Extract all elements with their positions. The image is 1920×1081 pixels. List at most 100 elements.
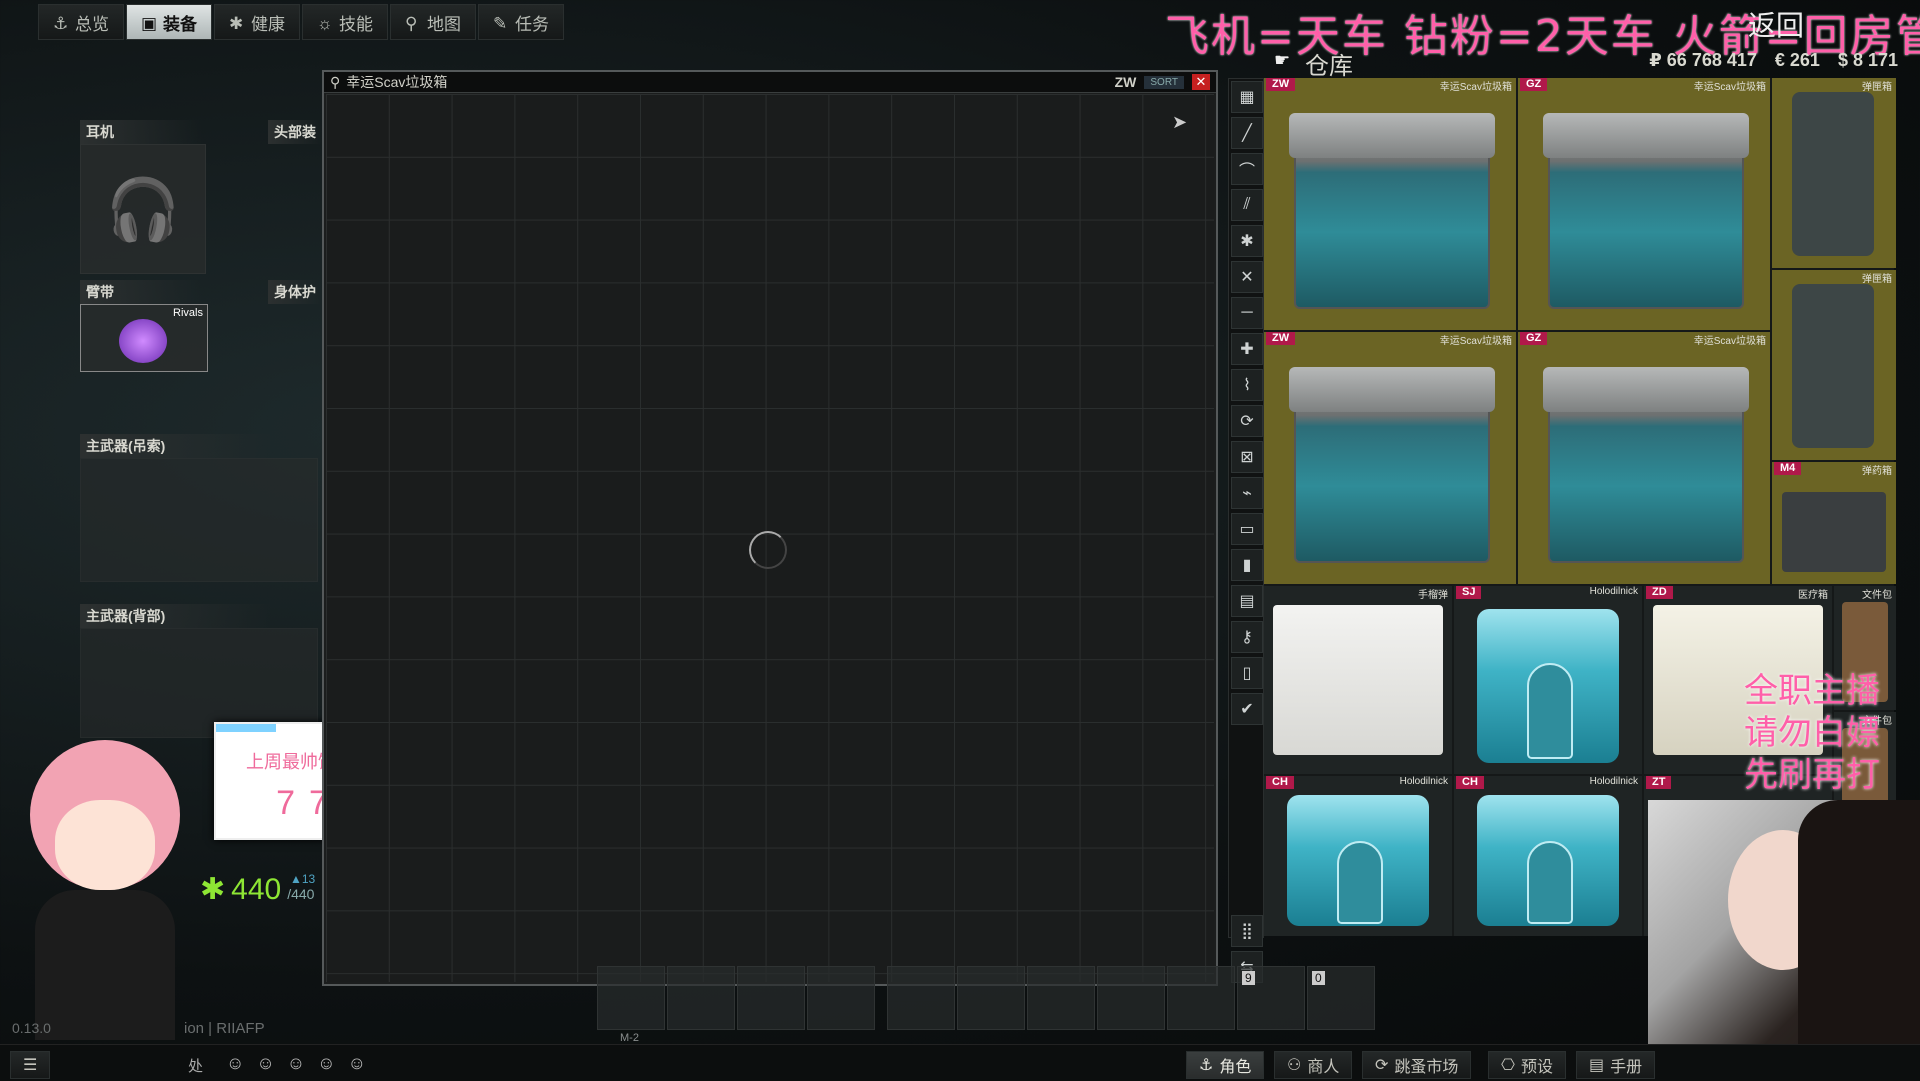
grid-view-icon[interactable]: ⣿ (1231, 915, 1263, 947)
tab-skills[interactable]: ☼ 技能 (302, 4, 388, 40)
item-name: 文件包 (1862, 590, 1892, 601)
presets-button[interactable]: ⎔ 预设 (1488, 1051, 1566, 1079)
fast-slot[interactable]: 9 (1237, 966, 1305, 1030)
tab-overview[interactable]: ⚓ 总览 (38, 4, 124, 40)
fast-slot[interactable] (667, 966, 735, 1030)
item-name: 手榴弹 (1418, 590, 1448, 601)
filter-all-icon[interactable]: ▦ (1231, 81, 1263, 113)
item-tag: GZ (1520, 78, 1548, 91)
filter-spec-icon[interactable]: ⚷ (1231, 621, 1263, 653)
player-slot-icon[interactable]: ☺ (226, 1053, 244, 1074)
player-slot-icon[interactable]: ☺ (256, 1053, 274, 1074)
filter-gear-icon[interactable]: ⌒ (1231, 153, 1263, 185)
filter-rig-icon[interactable]: ⊠ (1231, 441, 1263, 473)
item-name: 幸运Scav垃圾箱 (1693, 336, 1766, 347)
holodilnick-icon (1476, 795, 1620, 927)
sort-button[interactable]: SORT (1144, 75, 1184, 89)
menu-button[interactable]: ☰ (10, 1051, 51, 1079)
stash-item[interactable]: ZW 幸运Scav垃圾箱 (1264, 332, 1516, 584)
fast-slot[interactable] (1027, 966, 1095, 1030)
traders-button[interactable]: ⚇ 商人 (1274, 1051, 1353, 1079)
stash-item[interactable]: ZW 幸运Scav垃圾箱 (1264, 78, 1516, 330)
item-tag: CH (1456, 776, 1484, 789)
stash-item[interactable]: 弹匣箱 (1772, 270, 1896, 460)
filter-melee-icon[interactable]: ✕ (1231, 261, 1263, 293)
loading-spinner-icon (749, 531, 787, 569)
filter-docs-icon[interactable]: ▯ (1231, 657, 1263, 689)
stash-title: 仓库 (1305, 53, 1353, 80)
fast-slot[interactable] (1167, 966, 1235, 1030)
fast-slot[interactable] (597, 966, 665, 1030)
filter-provisions-icon[interactable]: ⌇ (1231, 369, 1263, 401)
tab-tasks[interactable]: ✎ 任务 (478, 4, 564, 40)
close-button[interactable]: ✕ (1192, 74, 1210, 90)
magazine-case-icon (1792, 92, 1874, 256)
currency-display: ₽ 66 768 417 € 261 $ 8 171 (1649, 50, 1898, 71)
bottom-label: 手册 (1610, 1059, 1643, 1076)
stash-item[interactable]: SJ Holodilnick (1454, 586, 1642, 774)
stash-item[interactable]: CH Holodilnick (1454, 776, 1642, 936)
container-window[interactable]: ⚲ 幸运Scav垃圾箱 ZW SORT ✕ ➤ (322, 70, 1218, 986)
primary-back-area: 主武器(背部) (80, 604, 318, 738)
tab-health[interactable]: ✱ 健康 (214, 4, 300, 40)
handbook-button[interactable]: ▤ 手册 (1576, 1051, 1656, 1079)
filter-medical-icon[interactable]: ✱ (1231, 225, 1263, 257)
player-slot-icon[interactable]: ☺ (317, 1053, 335, 1074)
ammo-box-icon (1782, 492, 1886, 572)
health-delta: ▲13 (290, 872, 316, 886)
scav-junkbox-icon (1542, 366, 1749, 563)
filter-keys-icon[interactable]: ⌁ (1231, 477, 1263, 509)
container-grid[interactable]: ➤ (326, 94, 1214, 982)
container-window-header[interactable]: ⚲ 幸运Scav垃圾箱 ZW SORT ✕ (324, 72, 1216, 93)
cursor-icon: ☛ (1274, 50, 1291, 70)
health-max: /440 (287, 886, 315, 902)
tasks-icon: ✎ (493, 14, 508, 33)
stash-item[interactable]: GZ 幸运Scav垃圾箱 (1518, 78, 1770, 330)
filter-ammo-icon[interactable]: ⫽ (1231, 189, 1263, 221)
filter-containers-icon[interactable]: ▭ (1231, 513, 1263, 545)
player-slot-icon[interactable]: ☺ (287, 1053, 305, 1074)
stash-item[interactable]: 手榴弹 (1264, 586, 1452, 774)
flea-market-button[interactable]: ⟳ 跳蚤市场 (1362, 1051, 1472, 1079)
filter-info-icon[interactable]: ▤ (1231, 585, 1263, 617)
fast-slot[interactable]: 0 (1307, 966, 1375, 1030)
earpiece-label: 耳机 (80, 120, 202, 144)
stash-item[interactable]: GZ 幸运Scav垃圾箱 (1518, 332, 1770, 584)
fast-slot[interactable] (887, 966, 955, 1030)
bottom-prefix: 处 (188, 1058, 204, 1075)
filter-meds-icon[interactable]: ✚ (1231, 333, 1263, 365)
character-button[interactable]: ⚓ 角色 (1186, 1051, 1265, 1079)
fast-slot[interactable] (957, 966, 1025, 1030)
filter-weapons-icon[interactable]: ╱ (1231, 117, 1263, 149)
earpiece-slot[interactable]: 🎧 (80, 144, 206, 274)
filter-check-icon[interactable]: ✔ (1231, 693, 1263, 725)
tab-label: 健康 (251, 14, 285, 34)
stash-item[interactable]: CH Holodilnick (1264, 776, 1452, 936)
armband-slot-area: 臂带 Rivals (80, 280, 208, 372)
armband-slot[interactable]: Rivals (80, 304, 208, 372)
fast-slot[interactable] (807, 966, 875, 1030)
item-name: 弹药箱 (1862, 466, 1892, 477)
armband-item-name: Rivals (173, 307, 203, 319)
item-name: 医疗箱 (1798, 590, 1828, 601)
player-slot-icon[interactable]: ☺ (348, 1053, 366, 1074)
item-tag: ZW (1266, 78, 1296, 91)
rouble-balance: ₽ 66 768 417 (1649, 50, 1757, 70)
filter-barter-icon[interactable]: ⟳ (1231, 405, 1263, 437)
primary-sling-area: 主武器(吊索) (80, 434, 318, 582)
stash-item[interactable]: 弹匣箱 (1772, 78, 1896, 268)
item-name: 幸运Scav垃圾箱 (1439, 82, 1512, 93)
fast-slot[interactable] (1097, 966, 1165, 1030)
tab-map[interactable]: ⚲ 地图 (390, 4, 476, 40)
tab-label: 总览 (75, 14, 109, 34)
back-hint[interactable]: 返回 (1748, 4, 1804, 44)
filter-food-icon[interactable]: ▮ (1231, 549, 1263, 581)
fast-slot[interactable] (737, 966, 805, 1030)
item-name: 弹匣箱 (1862, 82, 1892, 93)
primary-sling-slot[interactable] (80, 458, 318, 582)
stash-item[interactable]: M4 弹药箱 (1772, 462, 1896, 584)
anchor-icon: ⚓ (53, 14, 69, 33)
filter-mods-icon[interactable]: ─ (1231, 297, 1263, 329)
armband-item-icon (119, 319, 167, 363)
tab-gear[interactable]: ▣ 装备 (126, 4, 212, 40)
